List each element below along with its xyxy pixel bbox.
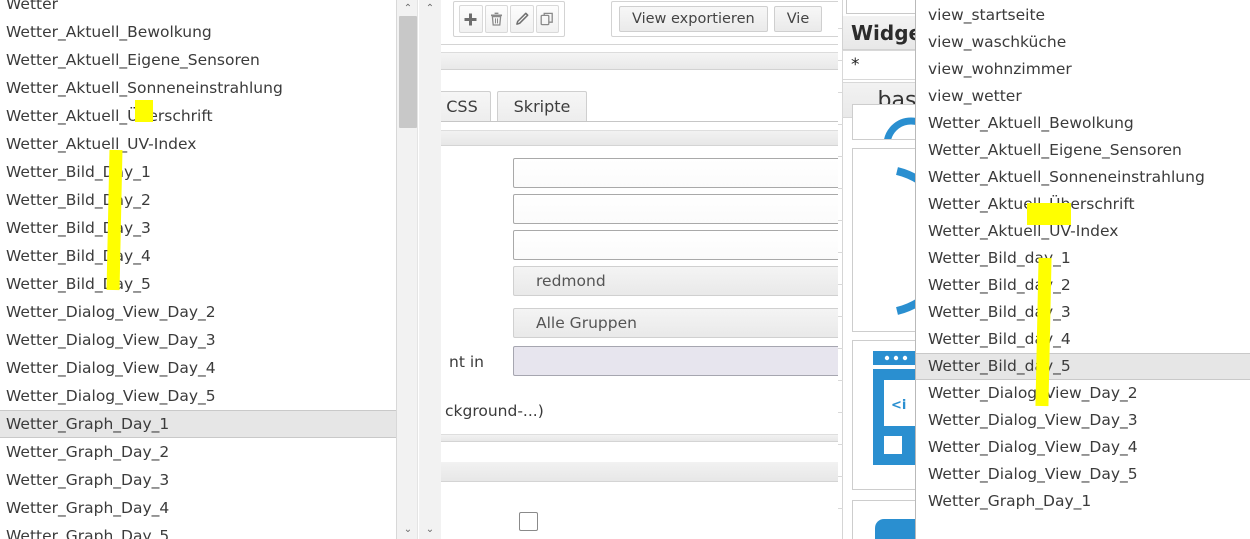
- list-item[interactable]: Wetter_Aktuell_Sonneneinstrahlung: [0, 74, 396, 102]
- delete-button[interactable]: [484, 5, 508, 33]
- editor-tabbar: CSS Skripte: [441, 88, 850, 122]
- render-in-field[interactable]: [513, 346, 850, 376]
- form-divider-2: [441, 462, 850, 482]
- scrollbar-thumb[interactable]: [399, 16, 417, 128]
- list-item[interactable]: Wetter_Dialog_View_Day_3: [0, 326, 396, 354]
- dropdown-item[interactable]: Wetter_Bild_day_4: [916, 326, 1250, 353]
- dropdown-item[interactable]: Wetter_Dialog_View_Day_3: [916, 407, 1250, 434]
- dropdown-item[interactable]: view_wetter: [916, 83, 1250, 110]
- list-item[interactable]: Wetter_Graph_Day_4: [0, 494, 396, 522]
- add-button[interactable]: [459, 5, 483, 33]
- list-item-selected[interactable]: Wetter_Graph_Day_1: [0, 410, 396, 438]
- list-item[interactable]: Wetter_Aktuell_Überschrift: [0, 102, 396, 130]
- list-item[interactable]: Wetter_Aktuell_Bewolkung: [0, 18, 396, 46]
- widget-panel-rail: [838, 0, 843, 539]
- dropdown-item-selected[interactable]: Wetter_Bild_day_5: [916, 353, 1250, 380]
- list-item[interactable]: Wetter_Aktuell_Eigene_Sensoren: [0, 46, 396, 74]
- scroll-up-arrow-icon[interactable]: ⌃: [397, 0, 419, 16]
- list-item[interactable]: Wetter_Dialog_View_Day_4: [0, 354, 396, 382]
- list-item[interactable]: Wetter_Graph_Day_3: [0, 466, 396, 494]
- toolbar-edit-group: [453, 1, 565, 37]
- dropdown-item[interactable]: Wetter_Bild_day_2: [916, 272, 1250, 299]
- dropdown-item[interactable]: Wetter_Bild_day_3: [916, 299, 1250, 326]
- inner-vertical-scrollbar[interactable]: ⌃ ⌄: [419, 0, 441, 539]
- list-item[interactable]: Wetter_Bild_Day_3: [0, 214, 396, 242]
- form-divider-1: [441, 434, 850, 442]
- dropdown-item[interactable]: Wetter_Aktuell_Bewolkung: [916, 110, 1250, 137]
- text-field-1[interactable]: [513, 158, 850, 188]
- list-item[interactable]: Wetter_Bild_Day_1: [0, 158, 396, 186]
- dropdown-item[interactable]: Wetter_Bild_day_1: [916, 245, 1250, 272]
- list-item[interactable]: Wetter_Aktuell_UV-Index: [0, 130, 396, 158]
- render-in-label: nt in: [449, 353, 484, 371]
- panel-header-strip: [441, 52, 850, 70]
- tab-css[interactable]: CSS: [441, 91, 491, 121]
- views-and-widgets-list[interactable]: Wetter Wetter_Aktuell_Bewolkung Wetter_Akt…: [0, 0, 396, 539]
- dropdown-item[interactable]: view_wohnzimmer: [916, 56, 1250, 83]
- text-field-3[interactable]: [513, 230, 850, 260]
- import-view-button[interactable]: Vie: [773, 6, 823, 32]
- dropdown-item[interactable]: Wetter_Dialog_View_Day_4: [916, 434, 1250, 461]
- dropdown-item[interactable]: Wetter_Dialog_View_Day_2: [916, 380, 1250, 407]
- text-field-2[interactable]: [513, 194, 850, 224]
- view-editor-panel: View exportieren Vie CSS Skripte redmond…: [441, 0, 850, 539]
- widget-view-dropdown[interactable]: view_startseite view_waschküche view_wohnz…: [915, 0, 1250, 539]
- svg-text:<i: <i: [891, 398, 906, 413]
- scroll-up-arrow-icon[interactable]: ⌃: [419, 0, 441, 16]
- outer-vertical-scrollbar[interactable]: ⌃ ⌄: [396, 0, 418, 539]
- editor-toolbar: View exportieren Vie: [441, 0, 850, 38]
- dropdown-item[interactable]: Wetter_Dialog_View_Day_5: [916, 461, 1250, 488]
- list-item[interactable]: Wetter_Bild_Day_5: [0, 270, 396, 298]
- toolbar-divider: [441, 44, 850, 45]
- trash-icon: [490, 12, 502, 26]
- dropdown-item[interactable]: view_startseite: [916, 2, 1250, 29]
- plus-icon: [464, 13, 477, 25]
- scroll-down-arrow-icon[interactable]: ⌄: [397, 521, 419, 537]
- screenshot-root: Wetter Wetter_Aktuell_Bewolkung Wetter_Akt…: [0, 0, 1250, 539]
- copy-button[interactable]: [535, 5, 559, 33]
- dropdown-item[interactable]: Wetter_Aktuell_Überschrift: [916, 191, 1250, 218]
- dropdown-item[interactable]: Wetter_Aktuell_Sonneneinstrahlung: [916, 164, 1250, 191]
- scroll-down-arrow-icon[interactable]: ⌄: [419, 521, 441, 537]
- tab-skripte[interactable]: Skripte: [497, 91, 587, 121]
- option-checkbox[interactable]: [519, 512, 538, 531]
- dropdown-item[interactable]: Wetter_Aktuell_Eigene_Sensoren: [916, 137, 1250, 164]
- list-item[interactable]: Wetter: [0, 0, 396, 18]
- dropdown-item[interactable]: Wetter_Graph_Day_1: [916, 488, 1250, 515]
- pencil-icon: [515, 12, 529, 25]
- form-section-bar: [441, 130, 850, 146]
- toolbar-export-group: View exportieren Vie: [611, 1, 850, 37]
- copy-icon: [540, 12, 554, 26]
- list-item[interactable]: Wetter_Bild_Day_4: [0, 242, 396, 270]
- edit-button[interactable]: [510, 5, 534, 33]
- list-item[interactable]: Wetter_Dialog_View_Day_2: [0, 298, 396, 326]
- theme-select[interactable]: redmond: [513, 266, 850, 296]
- dropdown-item[interactable]: Wetter_Aktuell_UV-Index: [916, 218, 1250, 245]
- group-select[interactable]: Alle Gruppen: [513, 308, 850, 338]
- list-item[interactable]: Wetter_Graph_Day_2: [0, 438, 396, 466]
- editor-form: redmond Alle Gruppen nt in ckground-...): [441, 122, 850, 539]
- list-item[interactable]: Wetter_Dialog_View_Day_5: [0, 382, 396, 410]
- export-view-button[interactable]: View exportieren: [619, 6, 768, 32]
- dropdown-item[interactable]: view_waschküche: [916, 29, 1250, 56]
- background-property-label: ckground-...): [445, 402, 544, 420]
- list-item[interactable]: Wetter_Bild_Day_2: [0, 186, 396, 214]
- list-item[interactable]: Wetter_Graph_Day_5: [0, 522, 396, 539]
